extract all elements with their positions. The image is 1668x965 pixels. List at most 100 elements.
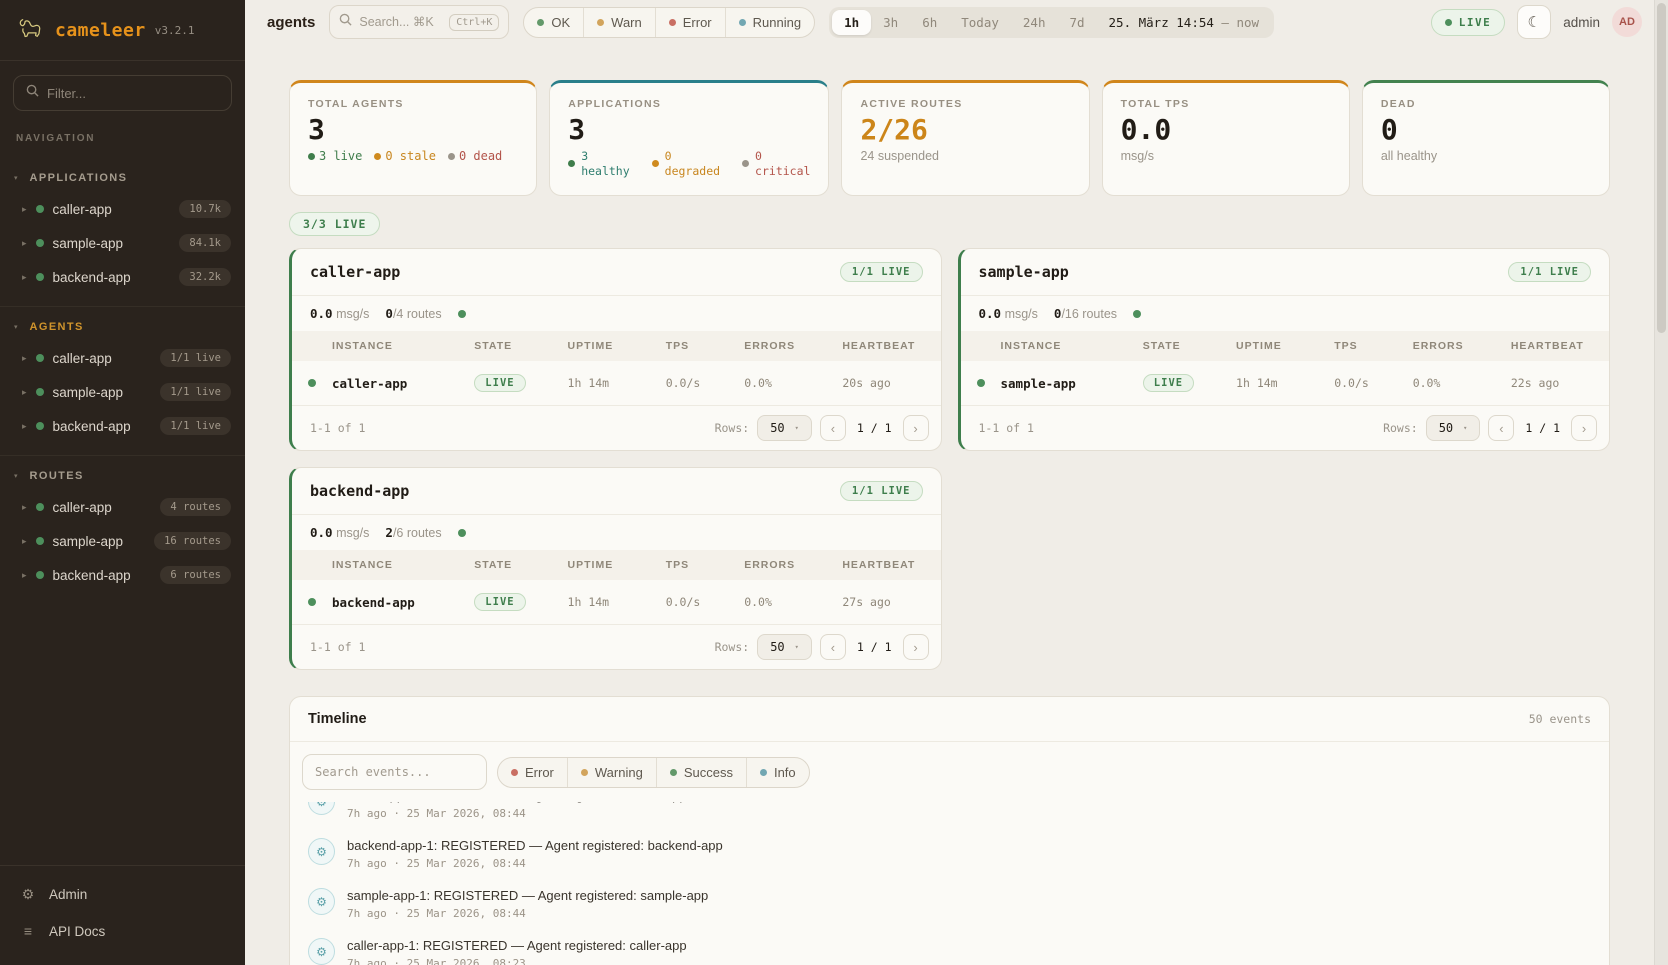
live-summary-badge: 3/3 LIVE	[289, 212, 380, 236]
scrollbar-thumb[interactable]	[1657, 3, 1666, 333]
count-badge: 4 routes	[160, 498, 231, 516]
filter-chip-warn[interactable]: Warn	[583, 8, 655, 37]
info-dot-icon	[760, 769, 767, 776]
sidebar-item-sample-app-routes[interactable]: ▸ sample-app 16 routes	[0, 524, 245, 558]
filter-chip-success[interactable]: Success	[656, 758, 746, 787]
time-range-3h[interactable]: 3h	[871, 10, 910, 35]
count-badge: 10.7k	[179, 200, 231, 218]
sidebar-item-sample-app-agents[interactable]: ▸ sample-app 1/1 live	[0, 375, 245, 409]
rows-per-page-select[interactable]: 50 ▾	[1426, 415, 1481, 441]
instance-row[interactable]: backend-app LIVE 1h 14m 0.0/s 0.0% 27s a…	[292, 580, 941, 625]
time-range-7d[interactable]: 7d	[1057, 10, 1096, 35]
time-range-1h[interactable]: 1h	[832, 10, 871, 35]
count-badge: 1/1 live	[160, 417, 231, 435]
chevron-right-icon: ▸	[22, 422, 27, 431]
warn-dot-icon	[597, 19, 604, 26]
chevron-right-icon: ▸	[22, 273, 27, 282]
section-header-routes[interactable]: ▾ ROUTES	[0, 462, 245, 490]
live-dot-icon	[1445, 19, 1452, 26]
filter-chip-error[interactable]: Error	[655, 8, 725, 37]
row-range-label: 1-1 of 1	[310, 640, 365, 654]
ok-dot-icon	[537, 19, 544, 26]
filter-chip-ok[interactable]: OK	[524, 8, 583, 37]
chevron-right-icon: ▸	[22, 239, 27, 248]
app-card-title[interactable]: sample-app	[979, 263, 1069, 281]
gear-icon: ⚙	[308, 888, 335, 915]
right-column: sample-app 1/1 LIVE 0.0 msg/s 0/16 route…	[958, 248, 1611, 451]
page-indicator: 1 / 1	[1522, 421, 1563, 435]
time-range-display[interactable]: 25. März 14:54 — now	[1097, 15, 1272, 30]
main-area: agents Ctrl+K OK Warn Error Ru	[245, 0, 1668, 965]
timeline-search	[302, 754, 487, 790]
search-icon	[26, 84, 39, 102]
status-dot	[36, 239, 44, 247]
sidebar-item-backend-app-routes[interactable]: ▸ backend-app 6 routes	[0, 558, 245, 592]
timeline-title: Timeline	[308, 711, 367, 727]
filter-chip-info[interactable]: Info	[746, 758, 809, 787]
time-range-6h[interactable]: 6h	[910, 10, 949, 35]
sidebar-item-admin[interactable]: ⚙ Admin	[0, 876, 245, 913]
gear-icon: ⚙	[308, 938, 335, 965]
stale-dot-icon	[374, 153, 381, 160]
status-dot	[458, 529, 466, 537]
status-dot	[36, 571, 44, 579]
section-header-applications[interactable]: ▾ APPLICATIONS	[0, 164, 245, 192]
sidebar-footer: ⚙ Admin ≡ API Docs	[0, 865, 245, 965]
next-page-button[interactable]: ›	[903, 415, 929, 441]
live-toggle-badge[interactable]: LIVE	[1431, 9, 1506, 36]
sidebar-item-sample-app[interactable]: ▸ sample-app 84.1k	[0, 226, 245, 260]
chevron-down-icon: ▾	[14, 473, 18, 480]
theme-toggle-button[interactable]: ☾	[1517, 5, 1551, 39]
instance-row[interactable]: caller-app LIVE 1h 14m 0.0/s 0.0% 20s ag…	[292, 361, 941, 406]
time-range-24h[interactable]: 24h	[1011, 10, 1058, 35]
sidebar-item-caller-app[interactable]: ▸ caller-app 10.7k	[0, 192, 245, 226]
count-badge: 84.1k	[179, 234, 231, 252]
sidebar-section-routes: ▾ ROUTES ▸ caller-app 4 routes ▸ sample-…	[0, 455, 245, 592]
global-search-input[interactable]	[359, 15, 442, 29]
chevron-down-icon: ▾	[795, 424, 799, 432]
rows-per-page-select[interactable]: 50 ▾	[757, 415, 812, 441]
app-card-title[interactable]: backend-app	[310, 482, 409, 500]
stat-card-dead: DEAD 0 all healthy	[1362, 80, 1610, 196]
sidebar-item-api-docs[interactable]: ≡ API Docs	[0, 913, 245, 949]
menu-lines-icon: ≡	[20, 923, 36, 939]
page-scrollbar[interactable]	[1654, 0, 1668, 965]
instance-row[interactable]: sample-app LIVE 1h 14m 0.0/s 0.0% 22s ag…	[961, 361, 1610, 406]
sidebar-filter-input[interactable]	[47, 86, 219, 101]
time-range-today[interactable]: Today	[949, 10, 1011, 35]
app-card-sample-app: sample-app 1/1 LIVE 0.0 msg/s 0/16 route…	[958, 248, 1611, 451]
status-dot	[36, 273, 44, 281]
prev-page-button[interactable]: ‹	[820, 634, 846, 660]
filter-chip-warning[interactable]: Warning	[567, 758, 656, 787]
next-page-button[interactable]: ›	[903, 634, 929, 660]
stat-card-total-agents: TOTAL AGENTS 3 3 live 0 stale 0 dead	[289, 80, 537, 196]
sidebar-section-applications: ▾ APPLICATIONS ▸ caller-app 10.7k ▸ samp…	[0, 158, 245, 294]
timeline-event: ⚙ backend-app-1: REGISTERED — Agent regi…	[304, 829, 1595, 879]
page-title: agents	[267, 14, 315, 31]
app-card-title[interactable]: caller-app	[310, 263, 400, 281]
app-live-badge: 1/1 LIVE	[840, 262, 923, 282]
timeline-events-list: ⚙ caller-app-1: REGISTERED — Agent regis…	[290, 802, 1609, 965]
sidebar-item-caller-app-agents[interactable]: ▸ caller-app 1/1 live	[0, 341, 245, 375]
state-badge: LIVE	[1143, 374, 1194, 392]
table-header: INSTANCE STATE UPTIME TPS ERRORS HEARTBE…	[292, 331, 941, 361]
sidebar-item-caller-app-routes[interactable]: ▸ caller-app 4 routes	[0, 490, 245, 524]
page-indicator: 1 / 1	[854, 640, 895, 654]
timeline-search-input[interactable]	[315, 765, 474, 779]
status-dot	[308, 379, 316, 387]
sidebar-item-backend-app[interactable]: ▸ backend-app 32.2k	[0, 260, 245, 294]
degraded-dot-icon	[652, 160, 659, 167]
sidebar-item-backend-app-agents[interactable]: ▸ backend-app 1/1 live	[0, 409, 245, 443]
section-header-agents[interactable]: ▾ AGENTS	[0, 313, 245, 341]
rows-per-page-select[interactable]: 50 ▾	[757, 634, 812, 660]
timeline-card: Timeline 50 events Error Warning	[289, 696, 1610, 965]
content-area: TOTAL AGENTS 3 3 live 0 stale 0 dead APP…	[245, 44, 1668, 965]
chevron-down-icon: ▾	[14, 175, 18, 182]
prev-page-button[interactable]: ‹	[1488, 415, 1514, 441]
avatar[interactable]: AD	[1612, 7, 1642, 37]
filter-chip-running[interactable]: Running	[725, 8, 814, 37]
filter-chip-error[interactable]: Error	[498, 758, 567, 787]
next-page-button[interactable]: ›	[1571, 415, 1597, 441]
status-dot	[36, 354, 44, 362]
prev-page-button[interactable]: ‹	[820, 415, 846, 441]
